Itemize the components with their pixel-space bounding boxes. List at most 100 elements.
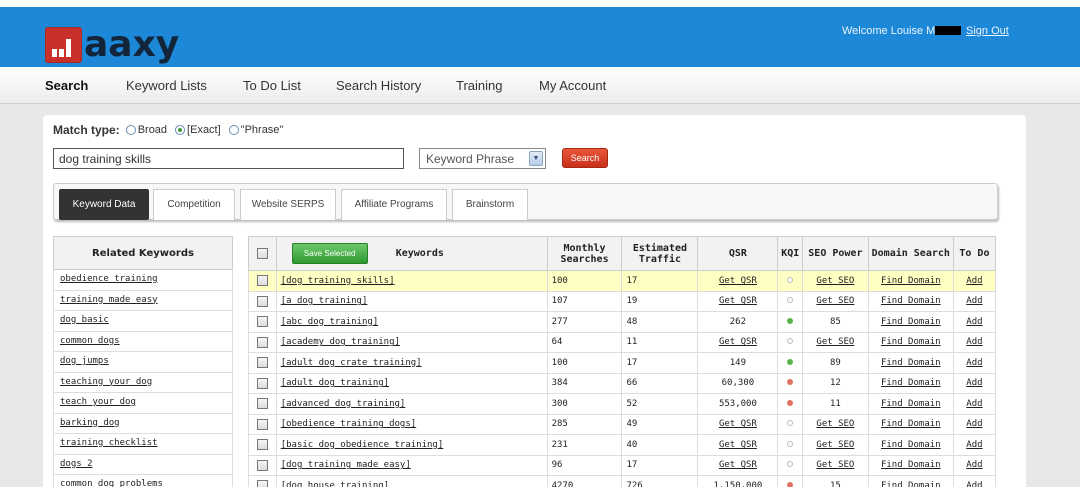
match-broad[interactable]: Broad (125, 124, 167, 136)
get-qsr-link[interactable]: Get QSR (697, 331, 779, 353)
nav-todo-list[interactable]: To Do List (243, 78, 301, 93)
related-keyword-link[interactable]: dog basic (53, 311, 233, 332)
monthly-searches-header[interactable]: Monthly Searches (546, 236, 623, 271)
add-todo-link[interactable]: Add (952, 434, 997, 456)
add-todo-link[interactable]: Add (952, 454, 997, 476)
radio-broad[interactable] (125, 125, 136, 135)
tab-brainstorm[interactable]: Brainstorm (452, 189, 528, 220)
match-exact[interactable]: [Exact] (175, 124, 221, 136)
keyword-link[interactable]: [adult dog crate training] (275, 352, 548, 374)
qsr-header[interactable]: QSR (697, 236, 779, 271)
chevron-down-icon[interactable]: ▼ (529, 151, 543, 166)
keyword-search-input[interactable]: dog training skills (53, 148, 404, 169)
keyword-link[interactable]: [academy dog training] (275, 331, 548, 353)
keyword-link[interactable]: [dog house training] (275, 475, 548, 487)
related-keyword-link[interactable]: training checklist (53, 434, 233, 455)
sign-out-link[interactable]: Sign Out (966, 25, 1009, 37)
row-checkbox[interactable] (256, 398, 268, 410)
find-domain-link[interactable]: Find Domain (867, 434, 954, 456)
find-domain-link[interactable]: Find Domain (867, 413, 954, 435)
select-all-checkbox[interactable] (256, 247, 268, 259)
monthly-searches: 64 (546, 331, 623, 353)
get-seo-link[interactable]: Get SEO (802, 434, 869, 456)
keyword-link[interactable]: [a dog training] (275, 290, 548, 312)
row-checkbox[interactable] (256, 316, 268, 328)
related-keyword-link[interactable]: dogs 2 (53, 454, 233, 475)
keyword-link[interactable]: [basic dog obedience training] (275, 434, 548, 456)
related-keyword-link[interactable]: training made easy (53, 290, 233, 311)
keyword-link[interactable]: [abc dog training] (275, 311, 548, 333)
todo-header: To Do (952, 236, 997, 271)
nav-training[interactable]: Training (456, 78, 502, 93)
get-seo-link[interactable]: Get SEO (802, 454, 869, 476)
radio-phrase[interactable] (228, 125, 239, 135)
tab-affiliate-programs[interactable]: Affiliate Programs (341, 189, 447, 220)
related-keyword-link[interactable]: teach your dog (53, 393, 233, 414)
add-todo-link[interactable]: Add (952, 475, 997, 487)
add-todo-link[interactable]: Add (952, 331, 997, 353)
add-todo-link[interactable]: Add (952, 311, 997, 333)
radio-exact[interactable] (175, 125, 186, 135)
row-checkbox[interactable] (256, 480, 268, 487)
get-qsr-link[interactable]: Get QSR (697, 413, 779, 435)
add-todo-link[interactable]: Add (952, 290, 997, 312)
get-seo-link[interactable]: Get SEO (802, 331, 869, 353)
find-domain-link[interactable]: Find Domain (867, 311, 954, 333)
keyword-link[interactable]: [adult dog training] (275, 372, 548, 394)
add-todo-link[interactable]: Add (952, 413, 997, 435)
nav-my-account[interactable]: My Account (539, 78, 606, 93)
search-type-select[interactable]: Keyword Phrase ▼ (419, 148, 546, 169)
row-checkbox[interactable] (256, 418, 268, 430)
estimated-traffic-header[interactable]: Estimated Traffic (621, 236, 699, 271)
search-button[interactable]: Search (562, 148, 608, 168)
find-domain-link[interactable]: Find Domain (867, 372, 954, 394)
add-todo-link[interactable]: Add (952, 393, 997, 415)
add-todo-link[interactable]: Add (952, 372, 997, 394)
get-seo-link[interactable]: Get SEO (802, 290, 869, 312)
seo-power-header[interactable]: SEO Power (802, 236, 869, 271)
get-qsr-link[interactable]: Get QSR (697, 454, 779, 476)
find-domain-link[interactable]: Find Domain (867, 475, 954, 487)
add-todo-link[interactable]: Add (952, 270, 997, 292)
row-checkbox[interactable] (256, 439, 268, 451)
get-seo-link[interactable]: Get SEO (802, 413, 869, 435)
add-todo-link[interactable]: Add (952, 352, 997, 374)
kqi-header[interactable]: KQI (777, 236, 804, 271)
tab-keyword-data[interactable]: Keyword Data (59, 189, 149, 220)
related-keyword-link[interactable]: common dog problems (53, 475, 233, 487)
row-checkbox[interactable] (256, 377, 268, 389)
logo[interactable]: aaxy (45, 27, 179, 63)
keyword-link[interactable]: [dog training made easy] (275, 454, 548, 476)
related-keyword-link[interactable]: dog jumps (53, 352, 233, 373)
tab-website-serps[interactable]: Website SERPS (240, 189, 336, 220)
related-keyword-link[interactable]: common dogs (53, 331, 233, 352)
get-qsr-link[interactable]: Get QSR (697, 434, 779, 456)
nav-keyword-lists[interactable]: Keyword Lists (126, 78, 207, 93)
related-keyword-link[interactable]: teaching your dog (53, 372, 233, 393)
keyword-link[interactable]: [dog training skills] (275, 270, 548, 292)
keyword-link[interactable]: [obedience training dogs] (275, 413, 548, 435)
row-checkbox[interactable] (256, 336, 268, 348)
get-seo-link[interactable]: Get SEO (802, 270, 869, 292)
save-selected-button[interactable]: Save Selected (291, 243, 368, 264)
row-checkbox[interactable] (256, 295, 268, 307)
find-domain-link[interactable]: Find Domain (867, 290, 954, 312)
find-domain-link[interactable]: Find Domain (867, 270, 954, 292)
find-domain-link[interactable]: Find Domain (867, 352, 954, 374)
nav-search-history[interactable]: Search History (336, 78, 421, 93)
find-domain-link[interactable]: Find Domain (867, 331, 954, 353)
get-qsr-link[interactable]: Get QSR (697, 290, 779, 312)
row-checkbox[interactable] (256, 357, 268, 369)
row-checkbox[interactable] (256, 275, 268, 287)
get-qsr-link[interactable]: Get QSR (697, 270, 779, 292)
related-keyword-link[interactable]: obedience training (53, 270, 233, 291)
tab-competition[interactable]: Competition (153, 189, 235, 220)
match-phrase[interactable]: "Phrase" (228, 124, 283, 136)
find-domain-link[interactable]: Find Domain (867, 393, 954, 415)
row-checkbox[interactable] (256, 459, 268, 471)
keyword-link[interactable]: [advanced dog training] (275, 393, 548, 415)
related-keyword-link[interactable]: barking dog (53, 413, 233, 434)
find-domain-link[interactable]: Find Domain (867, 454, 954, 476)
nav-search[interactable]: Search (45, 78, 88, 93)
logo-mark-icon (45, 27, 82, 63)
